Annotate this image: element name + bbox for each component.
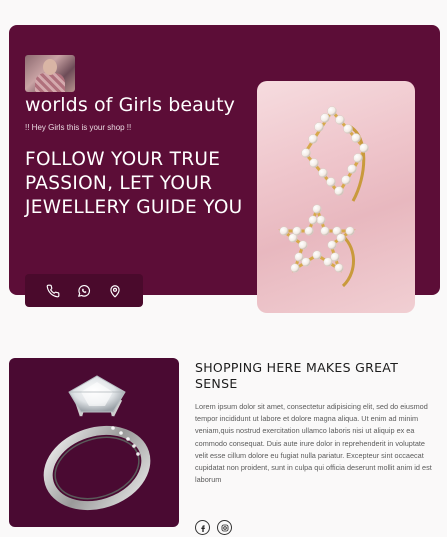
location-icon[interactable] (107, 283, 123, 299)
social-links (195, 520, 232, 535)
contact-icon-bar (25, 274, 143, 307)
section-title: SHOPPING HERE MAKES GREAT SENSE (195, 360, 399, 391)
brand-name: worlds of Girls beauty (25, 94, 235, 116)
instagram-icon[interactable] (217, 520, 232, 535)
section-body-text: Lorem ipsum dolor sit amet, consectetur … (195, 402, 432, 485)
phone-icon[interactable] (45, 283, 61, 299)
earrings-illustration (278, 106, 369, 288)
facebook-icon[interactable] (195, 520, 210, 535)
whatsapp-icon[interactable] (76, 283, 92, 299)
avatar (25, 55, 75, 92)
page: worlds of Girls beauty !! Hey Girls this… (0, 0, 447, 537)
hero-headline: FOLLOW YOUR TRUE PASSION, LET YOUR JEWEL… (25, 149, 243, 218)
tagline: !! Hey Girls this is your shop !! (25, 123, 132, 132)
earrings-image (257, 81, 415, 313)
ring-illustration (43, 375, 151, 511)
ring-product-image (9, 358, 179, 527)
